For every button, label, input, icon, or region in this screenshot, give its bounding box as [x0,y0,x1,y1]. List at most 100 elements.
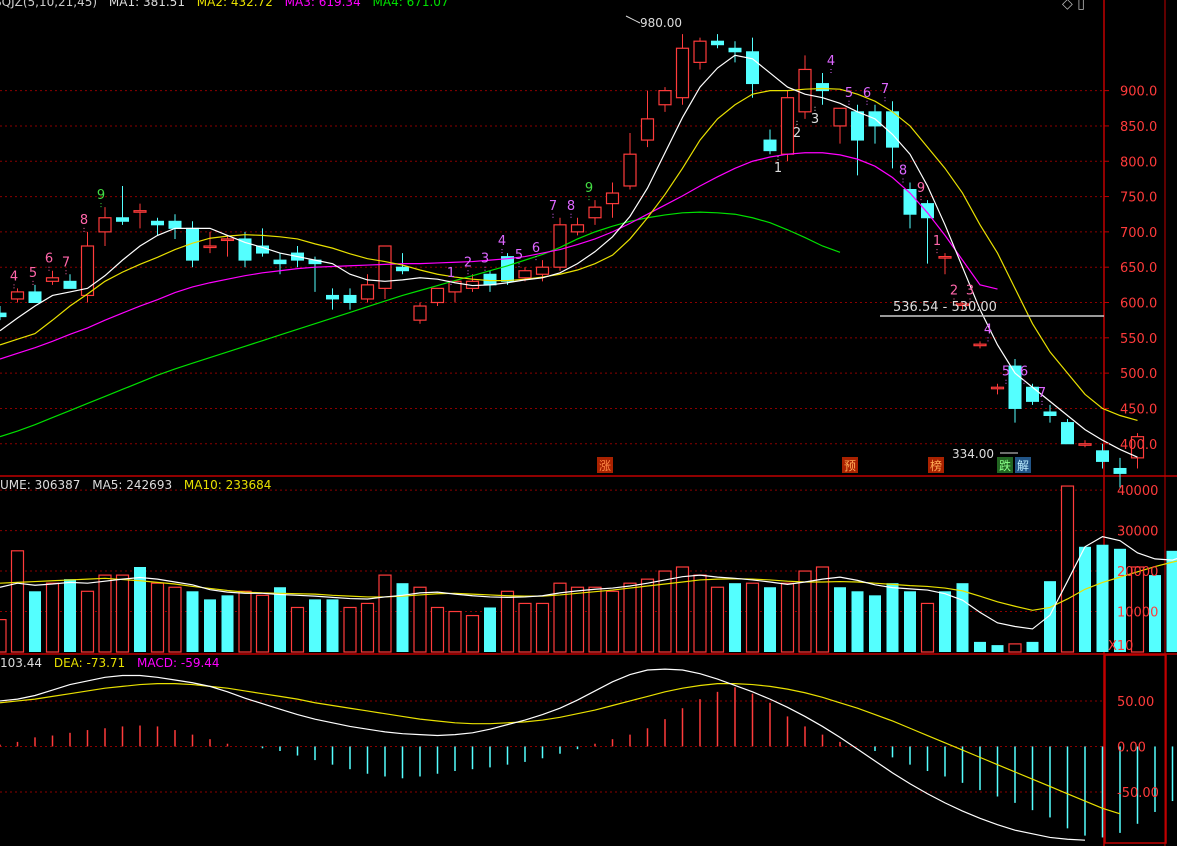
volume-bar-down [186,591,199,652]
diamond-icon[interactable]: ◇ [1062,0,1073,12]
volume-panel[interactable] [0,485,1177,653]
volume-tick-label: 40000 [1117,484,1158,499]
square-icon[interactable]: ▯ [1077,0,1085,12]
volume-unit-label: X10 [1108,639,1133,654]
volume-bar-up [168,586,182,653]
axis-layer: 900.0 850.0 800.0 750.0 700.0 650.0 600.0 550.0… [1104,85,1159,801]
price-panel[interactable]: 46 758912 312 345 67 845 6 7845 679 9123980.00334… [0,15,1145,488]
ma4-line [0,211,841,438]
seq-number-green: 9 [97,188,105,203]
volume-bar-down [904,591,916,652]
candle-up [570,224,585,233]
signal-badge-text: 榜 [930,458,942,473]
candle-up [833,107,847,127]
candle-up [675,47,690,99]
candle-up [798,68,812,113]
candle-up [623,153,637,187]
price-tick-label: 450.0 [1120,402,1157,417]
signal-badge-text: 涨 [599,458,611,473]
volume-bar-down [204,599,216,652]
volume-bar-down [309,599,321,652]
candle-down [728,47,742,53]
candle-down [116,217,129,222]
price-tick-label: 850.0 [1120,120,1157,135]
volume-bar-up [80,590,95,653]
candle-up [378,245,392,289]
volume-bar-down [484,607,496,652]
candle-down [763,139,777,152]
legend-vol-ma5: MA5: 242693 [92,478,173,492]
legend-dif: 103.44 [0,656,42,670]
candle-down [816,83,829,92]
seq-number-red: 7 [62,255,70,270]
volume-bar-up [0,619,7,653]
seq-number-purple: 3 [481,252,489,267]
volume-bar-down [1079,546,1091,652]
volume-bar-down [834,587,846,652]
low-label: 334.00 [952,447,994,461]
volume-bar-down [221,595,234,652]
ma3-line [0,152,998,360]
volume-bar-up [780,582,795,653]
legend-ma3: MA3: 619.34 [284,0,361,9]
candle-down [151,220,164,226]
volume-bar-down [1026,641,1039,652]
volume-bar-down [274,587,286,652]
candle-up [430,287,445,304]
seq-number-red: 5 [29,266,37,281]
seq-number-green: 9 [585,181,593,196]
legend-ma4: MA4: 671.07 [372,0,449,9]
candle-down [396,266,409,272]
price-tick-label: 500.0 [1120,367,1157,382]
macd-panel[interactable] [0,668,1174,841]
macd-legend: 103.44 DEA: -73.71 MACD: -59.44 [0,656,228,670]
volume-tick-label: 20000 [1117,565,1158,580]
volume-legend: UME: 306387 MA5: 242693 MA10: 233684 [0,478,279,492]
price-tick-label: 700.0 [1120,226,1157,241]
grid-layer [0,0,1177,846]
volume-bar-up [290,606,305,653]
candle-up [360,284,375,300]
price-legend: SQJZ(5,10,21,45) MA1: 381.51 MA2: 432.72… [0,0,457,9]
volume-bar-up [518,602,532,653]
seq-number-purple: 8 [899,163,907,178]
seq-number-purple: 4 [827,54,835,69]
candle-down [1043,411,1057,416]
volume-tick-label: 30000 [1117,525,1158,540]
volume-bar-down [1096,544,1109,652]
volume-bar-up [1008,643,1022,653]
volume-bar-down [974,641,986,652]
candle-down [886,111,899,148]
signal-badge-text: 预 [844,459,856,473]
legend-dea: DEA: -73.71 [53,656,126,670]
seq-number-white: 3 [811,112,819,127]
candle-up [973,343,987,347]
candle-down [851,111,864,141]
legend-indicator: SQJZ(5,10,21,45) [0,0,98,9]
volume-bar-up [1060,485,1075,653]
volume-bar-down [326,599,339,652]
candle-down [63,280,77,289]
seq-number-red: 9 [917,181,925,196]
candle-down [343,294,357,303]
volume-bar-up [623,582,637,653]
volume-bar-up [45,582,60,653]
volume-bar-down [991,645,1004,652]
signal-badge-text: 解 [1017,459,1029,473]
candle-up [990,386,1005,390]
seq-number-purple: 8 [567,199,575,214]
seq-number-purple: 6 [1020,365,1028,380]
toolbar-icons: ◇ ▯ [1062,0,1085,12]
seq-number-red: 2 [950,284,958,299]
seq-number-purple: 6 [863,86,871,101]
volume-bar-up [343,606,357,653]
legend-vol-ma10: MA10: 233684 [183,478,272,492]
price-tick-label: 750.0 [1120,191,1157,206]
volume-bar-up [745,582,760,653]
volume-bar-up [448,610,462,653]
volume-bar-up [570,586,585,653]
volume-bar-down [939,591,951,652]
candle-up [203,245,217,249]
volume-bar-up [605,590,620,653]
macd-tick-label: 0.00 [1117,740,1146,755]
